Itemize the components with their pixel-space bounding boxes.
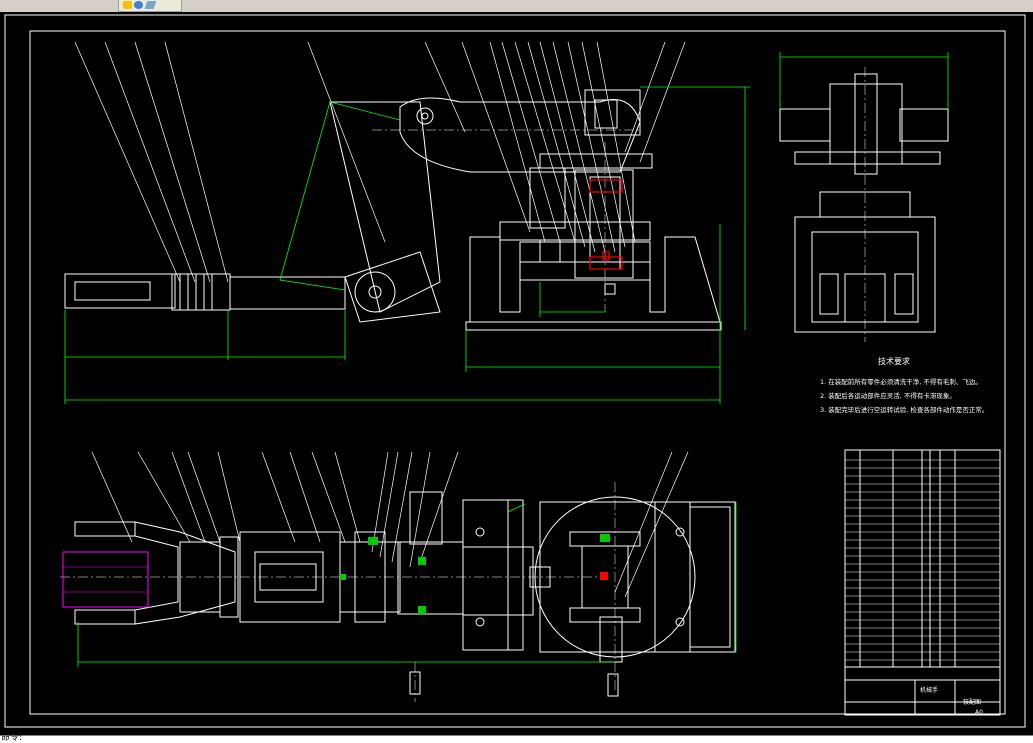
cad-drawing: 技术要求 1. 在装配前所有零件必须清洗干净, 不得有毛刺、飞边。 2. 装配后…	[4, 14, 1026, 728]
side-view	[779, 73, 949, 333]
title-block-text: 机械手 装配图 A0	[920, 686, 983, 716]
workpiece	[62, 551, 149, 608]
plan-view	[74, 491, 736, 697]
title-block	[844, 449, 1001, 716]
globe-icon[interactable]	[134, 1, 143, 9]
layer-icon[interactable]	[144, 1, 157, 9]
requirement-line-3: 3. 装配完毕后进行空运转试验, 检查各部件动作是否正常。	[820, 405, 988, 414]
folder-icon[interactable]	[123, 1, 132, 9]
toolbar-icon-group	[118, 0, 182, 12]
sheet-size: A0	[975, 709, 983, 716]
inner-frame	[29, 30, 1006, 715]
requirement-line-2: 2. 装配后各运动部件应灵活, 不得有卡滞现象。	[820, 391, 956, 400]
front-view	[64, 89, 722, 331]
bearing-highlights	[589, 179, 623, 270]
dimension-lines	[64, 52, 949, 667]
drawing-canvas[interactable]: 技术要求 1. 在装配前所有零件必须清洗干净, 不得有毛刺、飞边。 2. 装配后…	[0, 12, 1033, 735]
company-name: 装配图	[963, 698, 981, 706]
technical-requirements: 技术要求 1. 在装配前所有零件必须清洗干净, 不得有毛刺、飞边。 2. 装配后…	[820, 356, 988, 414]
drawing-name: 机械手	[920, 686, 938, 694]
requirements-title: 技术要求	[878, 356, 910, 366]
requirement-line-1: 1. 在装配前所有零件必须清洗干净, 不得有毛刺、飞边。	[820, 377, 982, 386]
